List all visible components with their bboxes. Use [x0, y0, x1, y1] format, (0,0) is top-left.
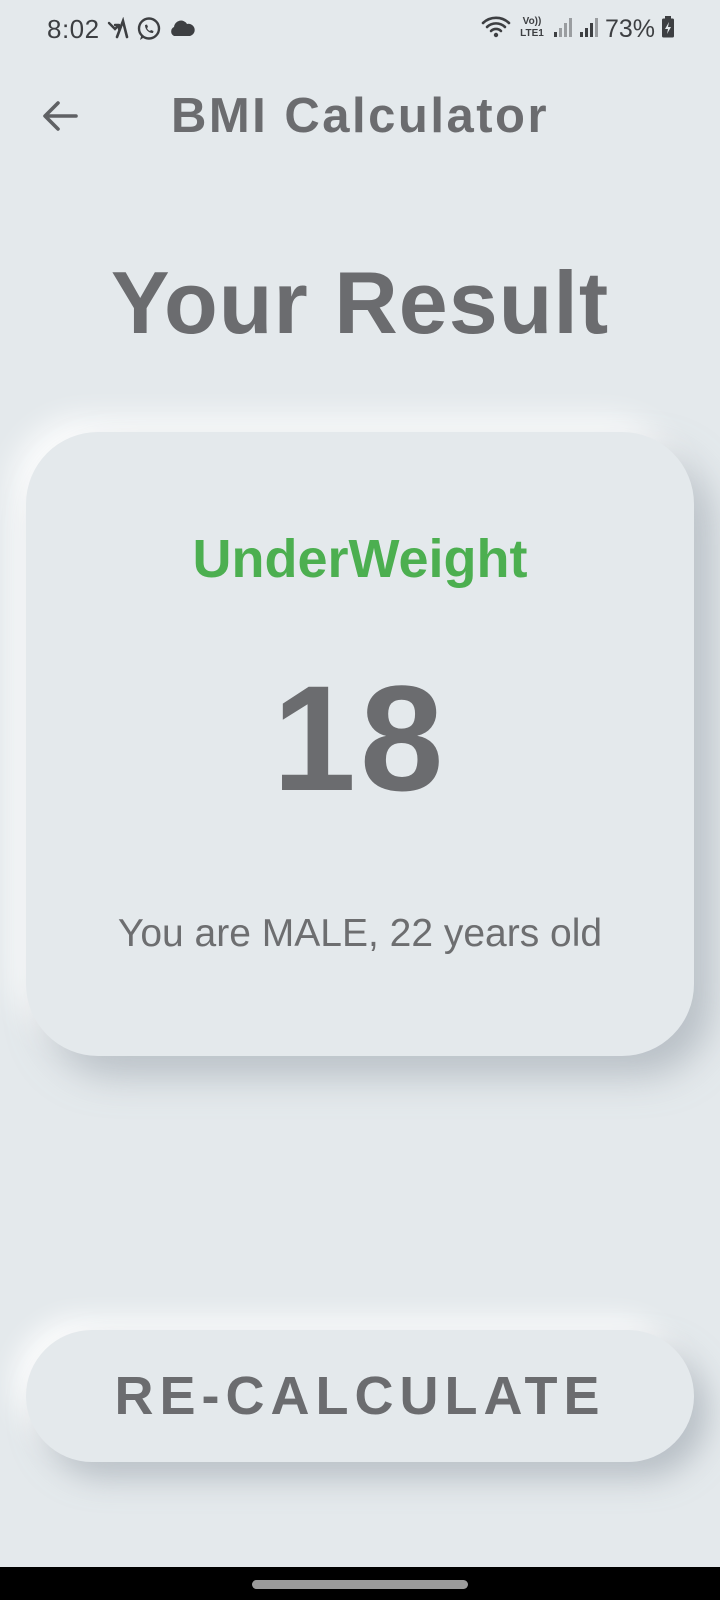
volte-icon: Vo)) LTE1 [517, 14, 547, 45]
status-bar: 8:02 Vo)) LTE1 73% [0, 0, 720, 60]
recalculate-button[interactable]: RE-CALCULATE [26, 1330, 694, 1462]
bmi-category: UnderWeight [192, 529, 528, 589]
app-bar: BMI Calculator [0, 70, 720, 166]
status-right-icons: Vo)) LTE1 73% [481, 14, 675, 45]
svg-text:LTE1: LTE1 [520, 28, 544, 39]
signal-1-icon [553, 15, 573, 44]
battery-percent: 73% [604, 15, 655, 43]
missed-call-icon [106, 16, 130, 46]
home-gesture-handle[interactable] [252, 1580, 468, 1589]
status-left-icons [106, 16, 196, 47]
app-title: BMI Calculator [170, 89, 550, 143]
recalculate-label: RE-CALCULATE [114, 1366, 606, 1426]
page-title: Your Result [110, 253, 610, 352]
status-time: 8:02 [47, 14, 100, 44]
signal-2-icon [579, 15, 599, 44]
svg-text:Vo)): Vo)) [523, 16, 542, 27]
result-description: You are MALE, 22 years old [117, 912, 603, 955]
battery-charging-icon [661, 15, 675, 44]
navigation-bar [0, 1567, 720, 1600]
whatsapp-icon [136, 16, 162, 47]
cloud-icon [168, 18, 196, 45]
wifi-icon [481, 14, 511, 45]
result-card: UnderWeight 18 You are MALE, 22 years ol… [26, 432, 694, 1056]
bmi-value: 18 [272, 654, 448, 822]
